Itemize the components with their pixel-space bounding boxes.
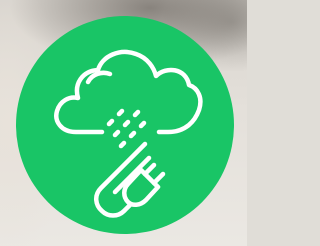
cloud-inner-arc bbox=[85, 70, 113, 85]
signal-dash-4 bbox=[122, 119, 131, 128]
signal-dash-8 bbox=[138, 120, 147, 129]
signal-dash-5 bbox=[132, 109, 141, 118]
signal-dash-2 bbox=[116, 108, 125, 117]
cloud-plug-icon bbox=[54, 49, 203, 218]
signal-dash-1 bbox=[106, 118, 115, 127]
signal-dash-7 bbox=[128, 130, 137, 139]
plug-prong-2 bbox=[151, 171, 166, 186]
signal-dash-3 bbox=[112, 129, 121, 138]
plug-prong-1 bbox=[142, 162, 157, 177]
signal-dash-6 bbox=[118, 140, 127, 149]
app-icon-badge[interactable] bbox=[16, 16, 234, 234]
